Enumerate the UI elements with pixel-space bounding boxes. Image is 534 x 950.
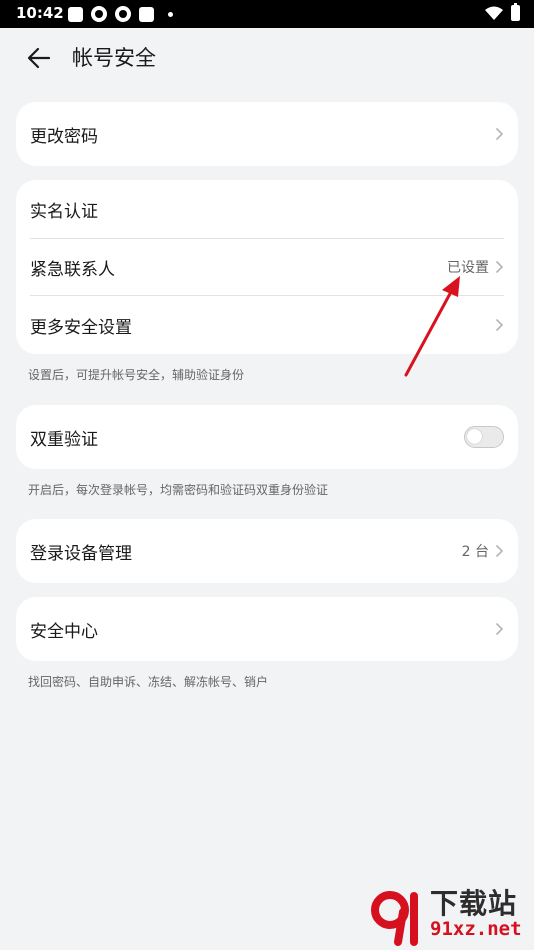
change-password-item[interactable]: 更改密码 bbox=[16, 102, 518, 166]
watermark-url: 91xz.net bbox=[430, 918, 522, 940]
page-title: 帐号安全 bbox=[72, 46, 156, 70]
security-center-item[interactable]: 安全中心 bbox=[16, 597, 518, 661]
two-factor-label: 双重验证 bbox=[30, 429, 98, 450]
change-password-label: 更改密码 bbox=[30, 126, 98, 147]
watermark: 下载站 91xz.net bbox=[364, 880, 534, 950]
device-management-item[interactable]: 登录设备管理 2 台 bbox=[16, 519, 518, 583]
two-factor-item: 双重验证 bbox=[16, 405, 518, 469]
chevron-right-icon bbox=[495, 318, 504, 332]
watermark-name: 下载站 bbox=[430, 887, 518, 920]
notification-app-icon bbox=[68, 6, 83, 22]
identity-card: 实名认证 紧急联系人 已设置 更多安全设置 bbox=[16, 180, 518, 354]
site-logo-icon bbox=[371, 891, 418, 946]
chevron-right-icon bbox=[495, 544, 504, 558]
status-bar: 10:42 bbox=[0, 0, 534, 28]
pinwheel-icon bbox=[91, 6, 107, 22]
change-password-card: 更改密码 bbox=[16, 102, 518, 166]
device-count: 2 台 bbox=[461, 544, 489, 560]
chevron-right-icon bbox=[495, 622, 504, 636]
more-notifications-dot bbox=[168, 11, 173, 17]
notification-icons bbox=[68, 6, 173, 22]
notification-app-icon bbox=[139, 6, 154, 22]
real-name-label: 实名认证 bbox=[30, 201, 98, 222]
pinwheel-icon bbox=[115, 6, 131, 22]
two-factor-hint: 开启后，每次登录帐号，均需密码和验证码双重身份验证 bbox=[28, 483, 329, 497]
emergency-contact-label: 紧急联系人 bbox=[30, 259, 115, 280]
wifi-icon bbox=[485, 6, 503, 20]
battery-icon bbox=[511, 3, 520, 21]
chevron-right-icon bbox=[495, 260, 504, 274]
identity-hint: 设置后，可提升帐号安全，辅助验证身份 bbox=[28, 368, 245, 382]
devices-card: 登录设备管理 2 台 bbox=[16, 519, 518, 583]
status-time: 10:42 bbox=[16, 4, 64, 22]
toggle-knob bbox=[467, 429, 482, 444]
system-icons bbox=[485, 3, 520, 21]
security-center-card: 安全中心 bbox=[16, 597, 518, 661]
chevron-right-icon bbox=[495, 127, 504, 141]
security-center-label: 安全中心 bbox=[30, 621, 98, 642]
device-management-label: 登录设备管理 bbox=[30, 543, 132, 564]
more-security-item[interactable]: 更多安全设置 bbox=[16, 296, 518, 354]
emergency-contact-status: 已设置 bbox=[447, 260, 489, 276]
security-center-hint: 找回密码、自助申诉、冻结、解冻帐号、销户 bbox=[28, 675, 269, 689]
two-factor-toggle[interactable] bbox=[464, 426, 504, 448]
two-factor-card: 双重验证 bbox=[16, 405, 518, 469]
back-arrow-icon[interactable] bbox=[26, 45, 52, 71]
more-security-label: 更多安全设置 bbox=[30, 317, 132, 338]
emergency-contact-item[interactable]: 紧急联系人 已设置 bbox=[16, 239, 518, 295]
app-header: 帐号安全 bbox=[0, 28, 534, 88]
real-name-item[interactable]: 实名认证 bbox=[16, 180, 518, 238]
